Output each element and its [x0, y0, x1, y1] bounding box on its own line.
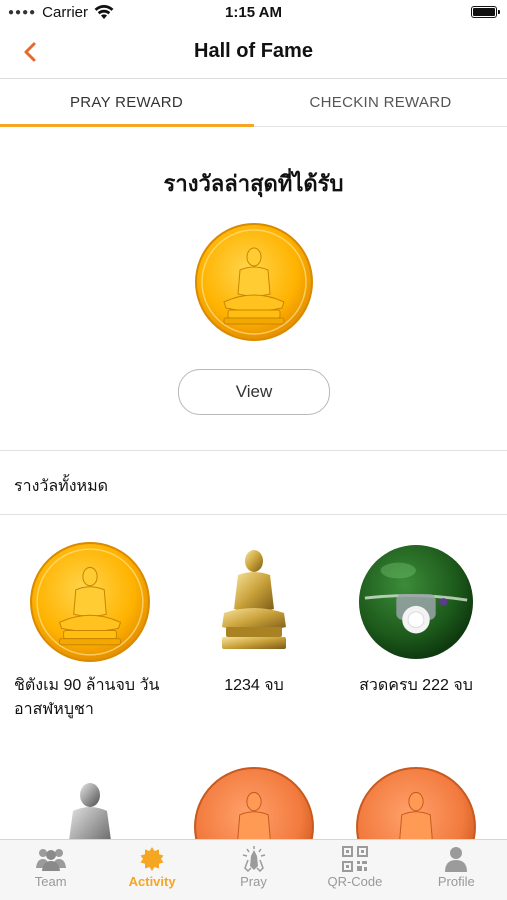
- team-icon: [35, 849, 66, 871]
- tab-checkin-reward[interactable]: CHECKIN REWARD: [254, 79, 507, 126]
- latest-reward-title: รางวัลล่าสุดที่ได้รับ: [163, 171, 344, 196]
- section-divider: [0, 514, 507, 515]
- active-tab-indicator: [0, 124, 254, 127]
- reward-image: [174, 540, 334, 664]
- tab-pray-label: Pray: [240, 874, 267, 889]
- reward-item[interactable]: สวดครบ 222 จบ: [336, 540, 496, 698]
- navigation-bar: Hall of Fame: [0, 26, 507, 79]
- gold-buddha-medal-icon: [195, 223, 313, 341]
- reward-item[interactable]: 1234 จบ: [174, 540, 334, 698]
- tab-team-label: Team: [34, 874, 67, 889]
- profile-icon: [445, 847, 468, 872]
- status-bar: ●●●● Carrier 1:15 AM: [0, 0, 507, 26]
- tab-activity-label: Activity: [128, 874, 176, 889]
- all-rewards-title: รางวัลทั้งหมด: [14, 478, 109, 495]
- reward-label: 1234 จบ: [224, 677, 284, 694]
- green-amulet-icon: [358, 544, 474, 660]
- reward-tabs: PRAY REWARD CHECKIN REWARD: [0, 79, 507, 127]
- reward-item[interactable]: ชิตังเม 90 ล้านจบ วันอาสฬหบูชา: [10, 540, 170, 722]
- tab-qr-code[interactable]: QR-Code: [304, 840, 405, 900]
- bottom-tab-bar: Team Activity Pray QR-Code Profile: [0, 839, 507, 900]
- reward-image: [336, 540, 496, 664]
- tab-pray[interactable]: Pray: [203, 840, 304, 900]
- qr-code-icon: [341, 846, 368, 872]
- latest-reward-image[interactable]: [194, 222, 314, 347]
- tab-qr-code-label: QR-Code: [327, 874, 383, 889]
- battery-icon: [471, 6, 500, 18]
- tab-profile[interactable]: Profile: [406, 840, 507, 900]
- activity-icon: [140, 847, 164, 871]
- gold-buddha-medal-icon: [30, 542, 150, 662]
- section-divider: [0, 450, 507, 451]
- reward-image: [10, 540, 170, 664]
- reward-label: ชิตังเม 90 ล้านจบ วันอาสฬหบูชา: [14, 677, 160, 718]
- gold-monk-statue-icon: [222, 550, 286, 649]
- page-title: Hall of Fame: [194, 40, 313, 62]
- view-button[interactable]: View: [178, 369, 330, 415]
- tab-pray-reward[interactable]: PRAY REWARD: [0, 79, 253, 126]
- pray-icon: [242, 846, 265, 872]
- reward-label: สวดครบ 222 จบ: [359, 677, 473, 694]
- tab-profile-label: Profile: [437, 874, 475, 889]
- status-time: 1:15 AM: [225, 4, 282, 21]
- tab-activity[interactable]: Activity: [101, 840, 202, 900]
- tab-team[interactable]: Team: [0, 840, 101, 900]
